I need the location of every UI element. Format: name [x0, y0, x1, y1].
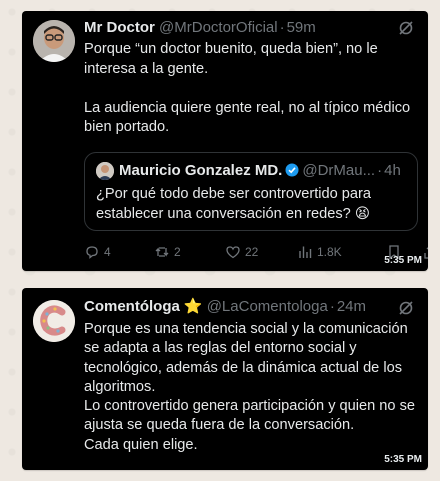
post-paragraph: La audiencia quiere gente real, no al tí…	[84, 99, 411, 136]
quoted-post[interactable]: Mauricio Gonzalez MD. @DrMau... · 4h ¿Por q…	[84, 152, 418, 231]
post-line: Porque es una tendencia social y la comu…	[84, 321, 408, 395]
share-icon	[424, 247, 428, 259]
quoted-text-content: ¿Por qué todo debe ser controvertido par…	[96, 186, 372, 222]
quoted-text: ¿Por qué todo debe ser controvertido par…	[96, 185, 409, 224]
like-button[interactable]: 22	[225, 243, 258, 261]
quoted-author-name: Mauricio Gonzalez MD.	[119, 162, 283, 179]
avatar[interactable]	[33, 20, 75, 62]
author-name[interactable]: Mr Doctor	[84, 19, 155, 36]
grok-icon[interactable]	[398, 300, 414, 316]
chat-message-image[interactable]: Mr Doctor @MrDoctorOficial · 59m Porque “u…	[22, 11, 428, 271]
author-handle[interactable]: @LaComentologa	[207, 298, 328, 315]
post-age[interactable]: 59m	[287, 19, 316, 36]
post-line: Cada quien elige.	[84, 436, 198, 453]
reply-icon	[86, 246, 98, 259]
reply-button[interactable]: 4	[84, 243, 111, 261]
post-age[interactable]: 24m	[337, 298, 366, 315]
author-handle[interactable]: @MrDoctorOficial	[159, 19, 278, 36]
quoted-avatar	[96, 162, 114, 180]
separator-dot: ·	[377, 162, 383, 179]
quoted-header: Mauricio Gonzalez MD. @DrMau... · 4h	[119, 161, 401, 181]
repost-button[interactable]: 2	[154, 243, 181, 261]
like-count: 22	[245, 245, 259, 259]
post-header: Comentóloga ⭐ @LaComentologa · 24m	[84, 297, 366, 317]
message-time: 5:35 PM	[384, 454, 422, 465]
separator-dot: ·	[279, 19, 285, 36]
grok-icon[interactable]	[398, 20, 414, 36]
post-header: Mr Doctor @MrDoctorOficial · 59m	[84, 18, 316, 38]
star-badge: ⭐	[183, 298, 203, 315]
verified-icon	[285, 163, 299, 177]
repost-icon	[155, 247, 169, 257]
post-paragraph: Porque “un doctor buenito, queda bien”, …	[84, 41, 378, 77]
post-text: Porque es una tendencia social y la comu…	[84, 320, 418, 455]
message-time: 5:35 PM	[384, 255, 422, 266]
views-button[interactable]: 1.8K	[297, 243, 342, 261]
quoted-handle: @DrMau...	[302, 162, 376, 179]
views-icon	[299, 246, 312, 258]
separator-dot: ·	[329, 298, 335, 315]
views-count: 1.8K	[317, 245, 342, 259]
post-line: Lo controvertido genera participación y …	[84, 398, 416, 434]
share-button[interactable]	[422, 243, 428, 261]
quoted-age: 4h	[384, 162, 401, 179]
tired-face-emoji: 😫	[354, 205, 371, 222]
chat-message-image[interactable]: Comentóloga ⭐ @LaComentologa · 24m Porque e…	[22, 288, 428, 470]
reply-count: 4	[104, 245, 111, 259]
post-text: Porque “un doctor buenito, queda bien”, …	[84, 40, 418, 138]
like-icon	[226, 246, 240, 259]
author-name[interactable]: Comentóloga	[84, 298, 180, 315]
post-actions: 4 2 22 1.8K	[84, 243, 428, 261]
repost-count: 2	[174, 245, 181, 259]
avatar[interactable]	[33, 300, 75, 342]
